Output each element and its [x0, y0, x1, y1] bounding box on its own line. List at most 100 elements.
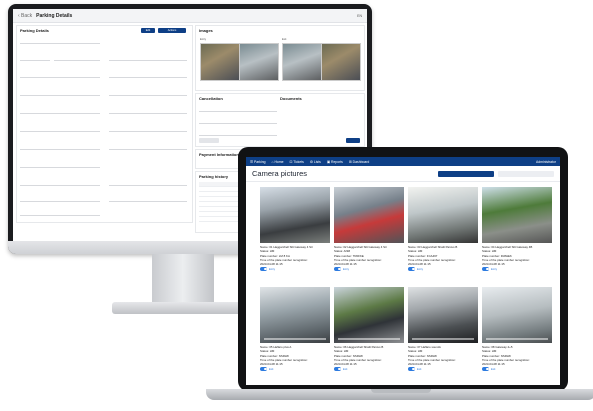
camera-card[interactable]: Name: 04 Haggarchell Stlt Gateway 4B Stat… [482, 187, 552, 271]
field[interactable] [109, 106, 187, 114]
toggle-label: Entry [343, 267, 350, 271]
field[interactable] [109, 142, 187, 150]
camera-photo[interactable] [260, 187, 330, 243]
entry-exit-toggle[interactable]: Exit [260, 367, 330, 371]
caption-line: 2023-04-08 11:15 [408, 262, 431, 267]
entry-exit-toggle[interactable]: Entry [408, 267, 478, 271]
caption-line: 2023-04-08 11:15 [260, 362, 283, 367]
field[interactable] [20, 142, 100, 150]
monitor-topbar: ‹ Back Parking Details EN [13, 9, 367, 23]
field[interactable] [20, 194, 100, 202]
field[interactable] [199, 116, 277, 124]
toggle-switch[interactable] [482, 267, 489, 271]
tab-active[interactable] [438, 170, 494, 177]
field[interactable] [20, 178, 100, 186]
field[interactable] [20, 70, 100, 78]
camera-caption: Name: 03 Haggarchell Shalit Parcus B Stat… [408, 245, 478, 266]
field[interactable] [109, 53, 187, 61]
entry-exit-toggle[interactable]: Exit [408, 367, 478, 371]
monitor-stand [152, 254, 214, 304]
caption-line: 2023-04-08 11:15 [260, 262, 283, 267]
field[interactable] [109, 178, 187, 186]
payment-heading: Payment Information [199, 152, 239, 157]
field[interactable] [109, 88, 187, 96]
details-heading: Parking Details [20, 28, 49, 33]
nav-item-tickets[interactable]: ⊡ Tickets [290, 160, 304, 164]
camera-photo[interactable] [482, 287, 552, 343]
laptop: ☰ Parking ⌂ Home ⊡ Tickets ⚙ Lists ▣ Rep… [238, 147, 568, 391]
toggle-switch[interactable] [334, 367, 341, 371]
actions-button[interactable]: Actions [158, 28, 186, 33]
exit-image-1[interactable] [282, 43, 322, 81]
camera-card[interactable]: Name: 01 Haggarchell Stlt Gateway 4 Str S… [260, 187, 330, 271]
nav-item-home[interactable]: ⌂ Home [271, 160, 283, 164]
camera-card[interactable]: Name: 05 Haflaro plus A Status: HM Plate n… [260, 287, 330, 371]
field[interactable] [199, 128, 277, 136]
field[interactable] [20, 88, 100, 96]
nav-item-lists[interactable]: ⚙ Lists [310, 160, 321, 164]
camera-photo[interactable] [260, 287, 330, 343]
camera-card[interactable]: Name: 07 Haflaro sounds Status: HM Plate n… [408, 287, 478, 371]
laptop-notch [371, 389, 431, 393]
field[interactable] [109, 194, 187, 202]
camera-card[interactable]: Name: 06 Haggarchell Shalit Parcus B Stat… [334, 287, 404, 371]
toggle-switch[interactable] [408, 367, 415, 371]
field[interactable] [20, 124, 100, 132]
caption-line: 2023-04-08 11:15 [334, 362, 357, 367]
entry-image-1[interactable] [200, 43, 240, 81]
toggle-switch[interactable] [260, 267, 267, 271]
field[interactable] [199, 104, 277, 112]
camera-photo[interactable] [334, 287, 404, 343]
entry-exit-toggle[interactable]: Exit [482, 367, 552, 371]
back-link[interactable]: ‹ Back [18, 13, 32, 19]
page-title: Parking Details [36, 12, 73, 19]
nav-item-parking[interactable]: ☰ Parking [250, 160, 265, 164]
camera-card[interactable]: Name: 08 Gateway 4+5 Status: HM Plate numb… [482, 287, 552, 371]
upload-button[interactable] [346, 138, 360, 143]
toggle-switch[interactable] [260, 367, 267, 371]
toggle-switch[interactable] [408, 267, 415, 271]
field[interactable] [54, 53, 100, 61]
field[interactable] [109, 124, 187, 132]
field[interactable] [20, 208, 100, 216]
camera-card[interactable]: Name: 02 Haggarchell Stlt Gateway 4 Str S… [334, 187, 404, 271]
language-selector[interactable]: EN [357, 14, 362, 18]
field[interactable] [20, 106, 100, 114]
field[interactable] [20, 36, 100, 44]
cancel-submit-button[interactable] [199, 138, 219, 143]
edit-button[interactable]: Edit [141, 28, 155, 33]
video-progress-bar[interactable] [412, 338, 474, 340]
nav-item-reports[interactable]: ▣ Reports [327, 160, 343, 164]
camera-photo[interactable] [408, 187, 478, 243]
entry-exit-toggle[interactable]: Entry [334, 267, 404, 271]
entry-image-2[interactable] [239, 43, 279, 81]
top-navigation: ☰ Parking ⌂ Home ⊡ Tickets ⚙ Lists ▣ Rep… [246, 157, 560, 166]
video-progress-bar[interactable] [338, 338, 400, 340]
camera-photo[interactable] [482, 187, 552, 243]
video-progress-bar[interactable] [264, 338, 326, 340]
camera-card[interactable]: Name: 03 Haggarchell Shalit Parcus B Stat… [408, 187, 478, 271]
tab-inactive[interactable] [498, 170, 554, 177]
caption-line: 2023-04-08 11:15 [482, 362, 505, 367]
camera-photo[interactable] [334, 187, 404, 243]
nav-item-dashboard[interactable]: ⊞ Dashboard [349, 160, 369, 164]
video-progress-bar[interactable] [486, 338, 548, 340]
caption-line: 2023-04-08 11:15 [482, 262, 505, 267]
caption-line: 2023-04-08 11:15 [408, 362, 431, 367]
toggle-switch[interactable] [482, 367, 489, 371]
camera-caption: Name: 04 Haggarchell Stlt Gateway 4B Stat… [482, 245, 552, 266]
entry-exit-toggle[interactable]: Entry [482, 267, 552, 271]
exit-image-2[interactable] [321, 43, 361, 81]
entry-exit-toggle[interactable]: Entry [260, 267, 330, 271]
toggle-switch[interactable] [334, 267, 341, 271]
camera-caption: Name: 05 Haflaro plus A Status: HM Plate n… [260, 345, 330, 366]
field[interactable] [20, 160, 100, 168]
user-menu[interactable]: Administrator [536, 160, 556, 164]
camera-photo[interactable] [408, 287, 478, 343]
field[interactable] [20, 53, 50, 61]
exit-label: Exit [282, 38, 287, 41]
cancellation-heading: Cancellation [199, 96, 223, 101]
field[interactable] [109, 70, 187, 78]
entry-exit-toggle[interactable]: Exit [334, 367, 404, 371]
documents-heading: Documents [280, 96, 302, 101]
